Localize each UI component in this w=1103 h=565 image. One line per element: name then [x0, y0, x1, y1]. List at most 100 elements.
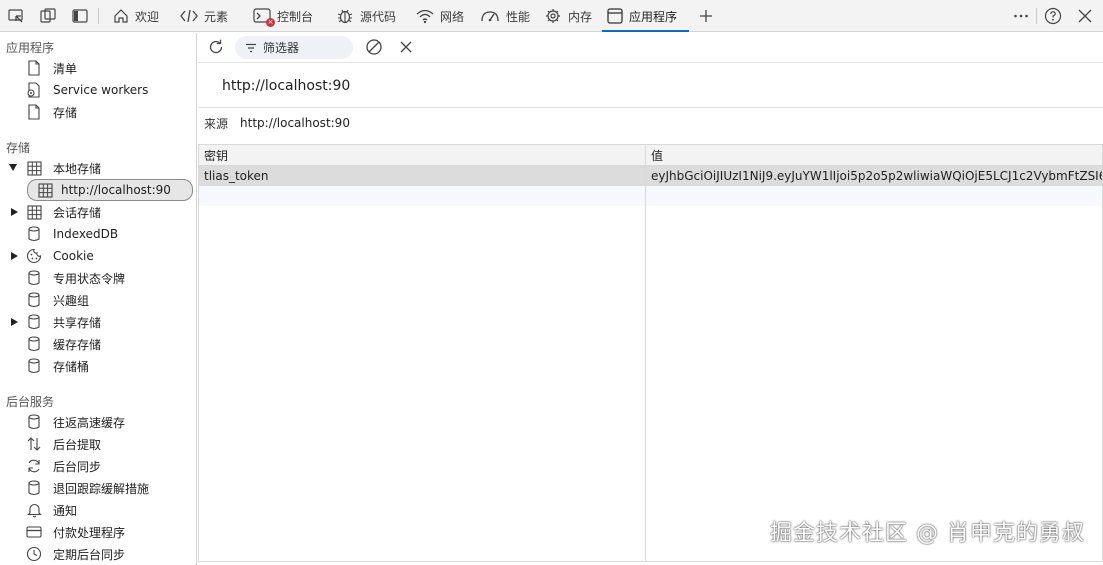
sidebar-item-background-fetch[interactable]: 后台提取 — [26, 433, 101, 455]
sidebar-item-label: 会话存储 — [53, 205, 102, 220]
clock-icon — [26, 546, 42, 562]
up-down-arrows-icon — [26, 436, 42, 452]
service-worker-gear-icon — [26, 82, 42, 98]
tab-application-label: 应用程序 — [629, 9, 678, 24]
sidebar-item-interest-groups[interactable]: 兴趣组 — [26, 289, 89, 311]
sidebar-item-local-storage[interactable]: 本地存储 — [26, 157, 101, 179]
expand-arrow-right-icon[interactable] — [11, 208, 18, 216]
origin-info-row: 来源 http://localhost:90 — [198, 109, 1103, 137]
tab-memory-label: 内存 — [568, 9, 593, 24]
sidebar-item-label: IndexedDB — [53, 227, 119, 241]
inspect-element-icon[interactable] — [6, 6, 26, 26]
expand-arrow-down-icon[interactable] — [9, 164, 17, 171]
document-icon — [26, 60, 42, 76]
column-header-value[interactable]: 值 — [646, 145, 1102, 166]
sidebar-item-local-storage-origin[interactable]: http://localhost:90 — [27, 179, 193, 201]
tab-console-label: 控制台 — [277, 9, 314, 24]
tab-sources-label: 源代码 — [360, 9, 397, 24]
filter-icon — [246, 43, 256, 52]
dock-side-icon[interactable] — [70, 6, 90, 26]
sidebar-item-storage[interactable]: 存储 — [26, 101, 77, 123]
table-row[interactable]: tlias_token eyJhbGciOiJIUzI1NiJ9.eyJuYW1… — [199, 166, 1102, 186]
sidebar-item-cache-storage[interactable]: 缓存存储 — [26, 333, 101, 355]
tab-welcome[interactable]: 欢迎 — [108, 0, 163, 32]
delete-selected-icon[interactable] — [396, 37, 416, 57]
sidebar-item-payment-handler[interactable]: 付款处理程序 — [26, 521, 125, 543]
add-tab-plus-icon[interactable] — [696, 6, 716, 26]
row-key-cell[interactable]: tlias_token — [199, 166, 645, 186]
table-grid-icon — [26, 160, 42, 176]
sidebar-item-notifications[interactable]: 通知 — [26, 499, 77, 521]
sidebar-item-label: 本地存储 — [53, 161, 102, 176]
refresh-icon[interactable] — [206, 37, 226, 57]
bug-icon — [337, 9, 353, 24]
credit-card-icon — [26, 524, 42, 540]
tab-application[interactable]: 应用程序 — [602, 0, 689, 32]
sidebar-item-label: 清单 — [53, 61, 78, 76]
sidebar-item-storage-buckets[interactable]: 存储桶 — [26, 355, 89, 377]
section-application-heading: 应用程序 — [6, 41, 55, 55]
database-icon — [26, 314, 42, 330]
more-options-icon[interactable] — [1011, 6, 1031, 26]
sidebar-item-cookie[interactable]: Cookie — [26, 245, 94, 267]
tab-performance[interactable]: 性能 — [475, 0, 534, 32]
tab-elements[interactable]: 元素 — [175, 0, 232, 32]
database-icon — [26, 270, 42, 286]
filter-input[interactable]: 筛选器 — [235, 36, 353, 59]
column-header-key[interactable]: 密钥 — [199, 145, 645, 166]
sidebar-item-label: 付款处理程序 — [53, 525, 126, 540]
sidebar-item-label: 共享存储 — [53, 315, 102, 330]
origin-label: 来源 — [204, 116, 229, 131]
home-icon — [114, 9, 128, 23]
tab-sources[interactable]: 源代码 — [331, 0, 400, 32]
row-value-cell[interactable]: eyJhbGciOiJIUzI1NiJ9.eyJuYW1lIjoi5p2o5p2… — [646, 166, 1102, 186]
help-icon[interactable] — [1043, 6, 1063, 26]
sidebar-item-periodic-sync[interactable]: 定期后台同步 — [26, 543, 125, 565]
origin-value: http://localhost:90 — [240, 116, 350, 130]
gauge-icon — [481, 11, 499, 22]
sidebar-item-label: 后台同步 — [53, 459, 102, 474]
device-emulation-icon[interactable] — [38, 6, 58, 26]
tab-memory[interactable]: 内存 — [539, 0, 596, 32]
key-value-table: 密钥 值 tlias_token eyJhbGciOiJIUzI1NiJ9.ey… — [198, 144, 1103, 562]
sidebar-item-manifest[interactable]: 清单 — [26, 57, 77, 79]
error-badge-icon: × — [266, 18, 275, 27]
sidebar-item-label: Service workers — [53, 83, 149, 97]
sidebar-item-shared-storage[interactable]: 共享存储 — [26, 311, 101, 333]
clear-all-icon[interactable] — [364, 37, 384, 57]
sidebar-item-indexeddb[interactable]: IndexedDB — [26, 223, 118, 245]
tab-network[interactable]: 网络 — [411, 0, 468, 32]
console-icon: × — [252, 7, 275, 27]
expand-arrow-right-icon[interactable] — [11, 318, 18, 326]
application-sidebar: 应用程序 清单 Service workers 存储 存储 本地存储 http:… — [0, 33, 197, 565]
sidebar-item-label: 兴趣组 — [53, 293, 90, 308]
table-row-empty[interactable] — [199, 186, 1102, 206]
tab-elements-label: 元素 — [204, 9, 229, 24]
sidebar-item-background-sync[interactable]: 后台同步 — [26, 455, 101, 477]
wifi-icon — [416, 9, 434, 24]
sync-icon — [26, 458, 42, 474]
storage-toolbar: 筛选器 — [198, 33, 1103, 63]
tab-performance-label: 性能 — [506, 9, 531, 24]
expand-arrow-right-icon[interactable] — [11, 252, 18, 260]
section-storage-heading: 存储 — [6, 141, 31, 155]
sidebar-item-private-state-tokens[interactable]: 专用状态令牌 — [26, 267, 125, 289]
sidebar-item-service-workers[interactable]: Service workers — [26, 79, 148, 101]
section-background-services-heading: 后台服务 — [6, 395, 55, 409]
document-icon — [26, 104, 42, 120]
sidebar-item-label: 通知 — [53, 503, 78, 518]
code-brackets-icon — [180, 9, 198, 23]
table-grid-icon — [37, 182, 53, 198]
sidebar-item-session-storage[interactable]: 会话存储 — [26, 201, 101, 223]
column-divider[interactable] — [645, 145, 646, 561]
cookie-icon — [26, 248, 42, 264]
memory-chip-icon — [546, 9, 560, 23]
close-devtools-icon[interactable] — [1075, 6, 1095, 26]
tab-console[interactable]: × 控制台 — [248, 0, 317, 32]
sidebar-item-label: 存储桶 — [53, 359, 90, 374]
bell-icon — [26, 502, 42, 518]
database-icon — [26, 358, 42, 374]
database-icon — [26, 336, 42, 352]
sidebar-item-bounce-tracking[interactable]: 退回跟踪缓解措施 — [26, 477, 149, 499]
sidebar-item-bfcache[interactable]: 往返高速缓存 — [26, 411, 125, 433]
